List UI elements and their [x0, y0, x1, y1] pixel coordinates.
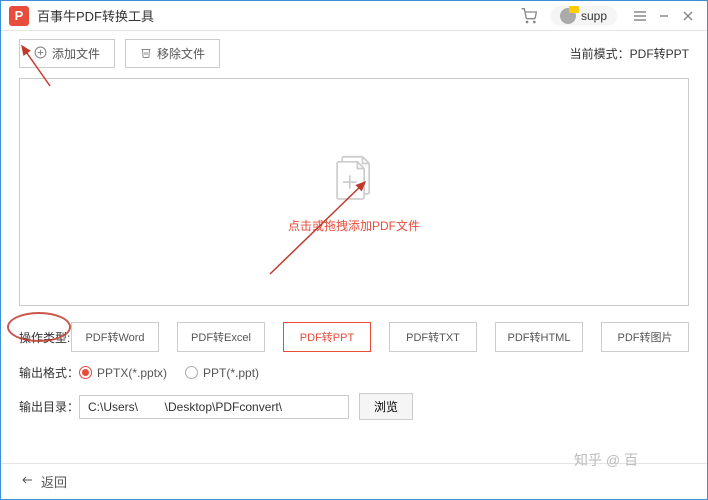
app-title: 百事牛PDF转换工具	[37, 6, 154, 25]
radio-ppt[interactable]: PPT(*.ppt)	[185, 366, 259, 380]
operation-type-label: 操作类型:	[19, 329, 71, 346]
footer: 返回 知乎 @ 百	[1, 463, 707, 499]
radio-icon	[79, 366, 92, 379]
radio-icon	[185, 366, 198, 379]
output-format-radios: PPTX(*.pptx) PPT(*.ppt)	[79, 366, 259, 380]
plus-circle-icon	[34, 46, 47, 62]
type-pdf-to-image[interactable]: PDF转图片	[601, 322, 689, 352]
radio-pptx[interactable]: PPTX(*.pptx)	[79, 366, 167, 380]
type-pdf-to-ppt[interactable]: PDF转PPT	[283, 322, 371, 352]
mode-prefix: 当前模式：	[570, 47, 630, 61]
remove-file-label: 移除文件	[157, 45, 205, 62]
current-mode: 当前模式：PDF转PPT	[570, 45, 689, 62]
user-account-button[interactable]: supp	[550, 6, 617, 26]
add-document-icon	[327, 150, 381, 207]
minimize-button[interactable]	[653, 5, 675, 27]
back-button[interactable]: 返回	[19, 472, 67, 491]
menu-icon	[633, 10, 647, 22]
toolbar: 添加文件 移除文件 当前模式：PDF转PPT	[1, 31, 707, 74]
output-format-label: 输出格式：	[19, 364, 79, 381]
output-format-row: 输出格式： PPTX(*.pptx) PPT(*.ppt)	[1, 358, 707, 387]
operation-type-row: 操作类型: PDF转Word PDF转Excel PDF转PPT PDF转TXT…	[1, 316, 707, 358]
type-pdf-to-word[interactable]: PDF转Word	[71, 322, 159, 352]
add-file-label: 添加文件	[52, 45, 100, 62]
mode-value: PDF转PPT	[630, 47, 689, 61]
minimize-icon	[658, 10, 670, 22]
watermark-text: 知乎 @ 百	[574, 450, 638, 470]
dropzone-hint: 点击或拖拽添加PDF文件	[288, 217, 420, 234]
app-logo: P	[9, 6, 29, 26]
type-pdf-to-excel[interactable]: PDF转Excel	[177, 322, 265, 352]
file-dropzone[interactable]: 点击或拖拽添加PDF文件	[19, 78, 689, 306]
operation-type-buttons: PDF转Word PDF转Excel PDF转PPT PDF转TXT PDF转H…	[71, 322, 689, 352]
user-avatar-icon	[560, 8, 576, 24]
close-button[interactable]	[677, 5, 699, 27]
type-pdf-to-html[interactable]: PDF转HTML	[495, 322, 583, 352]
trash-icon	[140, 46, 152, 62]
output-dir-row: 输出目录： 浏览	[1, 387, 707, 426]
close-icon	[682, 10, 694, 22]
radio-ppt-label: PPT(*.ppt)	[203, 366, 259, 380]
browse-button[interactable]: 浏览	[359, 393, 413, 420]
user-label: supp	[581, 9, 607, 23]
titlebar: P 百事牛PDF转换工具 supp	[1, 1, 707, 31]
cart-icon	[520, 8, 538, 24]
remove-file-button[interactable]: 移除文件	[125, 39, 220, 68]
output-dir-input[interactable]	[79, 395, 349, 419]
back-arrow-icon	[19, 474, 35, 489]
radio-pptx-label: PPTX(*.pptx)	[97, 366, 167, 380]
back-label: 返回	[41, 472, 67, 491]
menu-button[interactable]	[629, 5, 651, 27]
add-file-button[interactable]: 添加文件	[19, 39, 115, 68]
output-dir-label: 输出目录：	[19, 398, 79, 415]
type-pdf-to-txt[interactable]: PDF转TXT	[389, 322, 477, 352]
cart-button[interactable]	[520, 8, 538, 24]
